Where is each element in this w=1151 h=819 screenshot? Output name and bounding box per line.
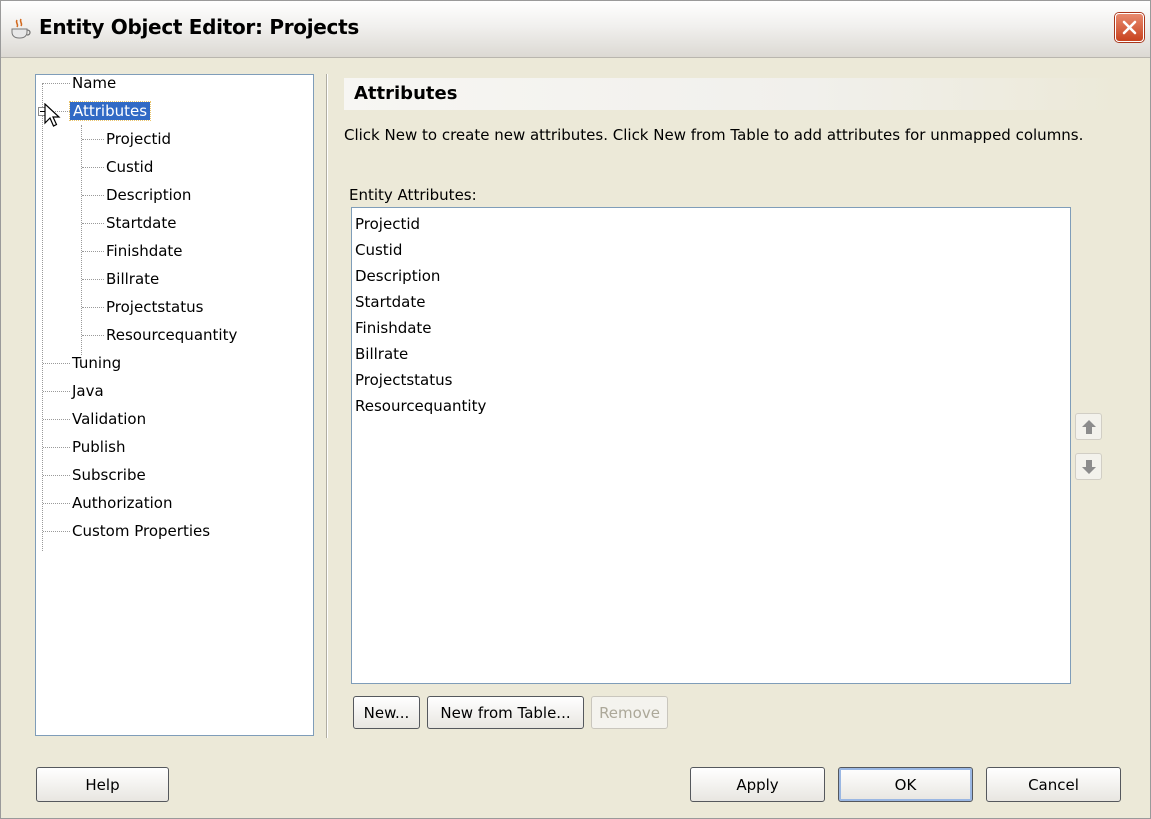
nav-item-java[interactable]: Java	[72, 379, 104, 403]
mouse-pointer-icon	[44, 103, 61, 127]
tree-branch	[43, 83, 70, 84]
nav-child-projectstatus[interactable]: Projectstatus	[106, 295, 203, 319]
nav-child-projectid[interactable]: Projectid	[106, 127, 171, 151]
move-down-button[interactable]	[1075, 453, 1102, 480]
list-item[interactable]: Projectid	[355, 211, 420, 237]
nav-item-label: Publish	[72, 438, 126, 456]
tree-branch	[43, 419, 70, 420]
tree-branch	[43, 363, 70, 364]
remove-button[interactable]: Remove	[591, 696, 668, 729]
nav-item-label: Attributes	[68, 101, 152, 121]
tree-branch	[82, 223, 104, 224]
tree-connector	[81, 125, 82, 355]
ok-button[interactable]: OK	[838, 767, 973, 802]
list-item[interactable]: Resourcequantity	[355, 393, 486, 419]
nav-child-finishdate[interactable]: Finishdate	[106, 239, 183, 263]
panel-header: Attributes	[344, 78, 1118, 110]
tree-branch	[82, 167, 104, 168]
navigation-tree[interactable]: Name Attributes Projectid Custid Descrip…	[35, 74, 314, 736]
dialog-content: Name Attributes Projectid Custid Descrip…	[2, 58, 1149, 817]
nav-item-subscribe[interactable]: Subscribe	[72, 463, 146, 487]
nav-child-label: Billrate	[106, 270, 160, 288]
tree-branch	[43, 475, 70, 476]
dialog-window: Entity Object Editor: Projects Name Attr…	[0, 0, 1151, 819]
nav-item-label: Authorization	[72, 494, 173, 512]
nav-item-tuning[interactable]: Tuning	[72, 351, 121, 375]
nav-item-publish[interactable]: Publish	[72, 435, 125, 459]
arrow-down-icon	[1082, 460, 1096, 474]
nav-child-label: Description	[106, 186, 192, 204]
close-icon	[1122, 20, 1137, 35]
nav-child-billrate[interactable]: Billrate	[106, 267, 159, 291]
nav-item-label: Subscribe	[72, 466, 146, 484]
tree-branch	[82, 279, 104, 280]
nav-child-description[interactable]: Description	[106, 183, 191, 207]
nav-item-label: Custom Properties	[72, 522, 211, 540]
tree-branch	[43, 391, 70, 392]
help-button[interactable]: Help	[36, 767, 169, 802]
tree-branch	[82, 251, 104, 252]
nav-child-label: Startdate	[106, 214, 177, 232]
close-button[interactable]	[1115, 13, 1144, 42]
nav-child-custid[interactable]: Custid	[106, 155, 153, 179]
list-item[interactable]: Description	[355, 263, 440, 289]
nav-item-label: Validation	[72, 410, 147, 428]
panel-title: Attributes	[354, 83, 458, 104]
nav-child-startdate[interactable]: Startdate	[106, 211, 176, 235]
list-item[interactable]: Custid	[355, 237, 402, 263]
title-bar[interactable]: Entity Object Editor: Projects	[1, 1, 1150, 58]
tree-branch	[43, 531, 70, 532]
list-item[interactable]: Projectstatus	[355, 367, 452, 393]
tree-branch	[82, 139, 104, 140]
nav-child-resourcequantity[interactable]: Resourcequantity	[106, 323, 237, 347]
arrow-up-icon	[1082, 420, 1096, 434]
new-from-table-button[interactable]: New from Table...	[427, 696, 584, 729]
tree-branch	[43, 447, 70, 448]
apply-button[interactable]: Apply	[690, 767, 825, 802]
nav-child-label: Finishdate	[106, 242, 183, 260]
nav-item-authorization[interactable]: Authorization	[72, 491, 172, 515]
tree-branch	[82, 335, 104, 336]
list-item[interactable]: Finishdate	[355, 315, 432, 341]
tree-branch	[82, 195, 104, 196]
tree-connector	[42, 83, 43, 551]
nav-item-label: Java	[72, 382, 104, 400]
entity-attributes-label: Entity Attributes:	[349, 186, 477, 204]
tree-branch	[43, 503, 70, 504]
nav-item-attributes[interactable]: Attributes	[68, 99, 152, 123]
nav-item-validation[interactable]: Validation	[72, 407, 146, 431]
entity-attributes-list[interactable]: Projectid Custid Description Startdate F…	[351, 207, 1071, 684]
nav-child-label: Projectstatus	[106, 298, 204, 316]
nav-child-label: Resourcequantity	[106, 326, 238, 344]
list-item[interactable]: Billrate	[355, 341, 408, 367]
nav-child-label: Projectid	[106, 130, 172, 148]
move-up-button[interactable]	[1075, 413, 1102, 440]
nav-item-label: Name	[72, 74, 117, 92]
cancel-button[interactable]: Cancel	[986, 767, 1121, 802]
list-item[interactable]: Startdate	[355, 289, 425, 315]
window-title: Entity Object Editor: Projects	[39, 15, 359, 39]
java-cup-icon	[9, 18, 33, 40]
tree-branch	[82, 307, 104, 308]
nav-item-label: Tuning	[72, 354, 122, 372]
new-button[interactable]: New...	[353, 696, 420, 729]
panel-divider[interactable]	[326, 74, 328, 738]
nav-item-name[interactable]: Name	[72, 71, 116, 95]
panel-description: Click New to create new attributes. Clic…	[344, 126, 1084, 144]
nav-child-label: Custid	[106, 158, 154, 176]
nav-item-custom-properties[interactable]: Custom Properties	[72, 519, 210, 543]
